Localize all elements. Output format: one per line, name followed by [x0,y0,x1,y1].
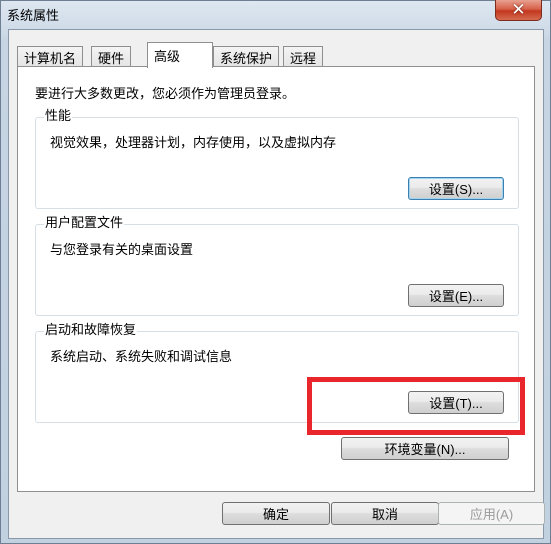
tab-hardware[interactable]: 硬件 [91,46,132,67]
user-profiles-settings-button[interactable]: 设置(E)... [408,284,504,307]
user-profiles-description: 与您登录有关的桌面设置 [50,243,194,258]
startup-recovery-description: 系统启动、系统失败和调试信息 [50,350,233,365]
admin-note: 要进行大多数更改，您必须作为管理员登录。 [35,87,296,102]
tab-computer-name[interactable]: 计算机名 [17,46,84,67]
performance-group: 性能 视觉效果，处理器计划，内存使用，以及虚拟内存 设置(S)... [35,109,519,209]
startup-recovery-group: 启动和故障恢复 系统启动、系统失败和调试信息 设置(T)... [35,323,519,423]
user-profiles-group: 用户配置文件 与您登录有关的桌面设置 设置(E)... [35,216,519,316]
tab-remote[interactable]: 远程 [283,46,324,67]
advanced-tab-panel: 要进行大多数更改，您必须作为管理员登录。 性能 视觉效果，处理器计划，内存使用，… [17,66,535,492]
ok-button[interactable]: 确定 [222,502,330,525]
performance-description: 视觉效果，处理器计划，内存使用，以及虚拟内存 [50,136,337,151]
apply-button[interactable]: 应用(A) [438,502,545,525]
close-button[interactable]: ✕ [495,0,542,21]
title-bar[interactable]: 系统属性 ✕ [1,0,550,27]
startup-recovery-settings-button[interactable]: 设置(T)... [408,391,504,414]
system-properties-window: 系统属性 ✕ 计算机名 硬件 高级 系统保护 远程 要进行大多数更改，您必须作为… [0,0,551,544]
tab-system-protection[interactable]: 系统保护 [213,46,280,67]
performance-title: 性能 [44,109,73,125]
environment-variables-button[interactable]: 环境变量(N)... [341,437,509,460]
close-icon: ✕ [511,0,526,20]
user-profiles-title: 用户配置文件 [44,216,125,232]
dialog-client-area: 计算机名 硬件 高级 系统保护 远程 要进行大多数更改，您必须作为管理员登录。 … [8,29,545,539]
performance-settings-button[interactable]: 设置(S)... [408,177,504,200]
startup-recovery-title: 启动和故障恢复 [44,323,138,339]
cancel-button[interactable]: 取消 [331,502,439,525]
tab-advanced[interactable]: 高级 [147,42,213,68]
window-title: 系统属性 [7,9,60,24]
